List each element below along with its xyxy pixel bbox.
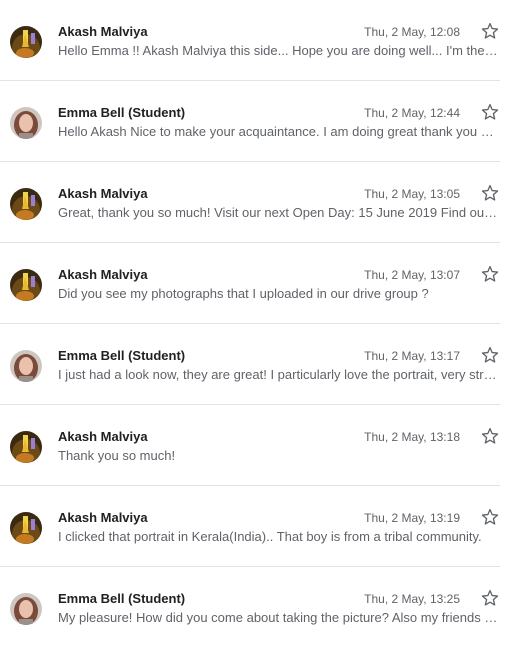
star-icon[interactable]	[480, 102, 500, 122]
star-icon[interactable]	[480, 588, 500, 608]
message-row[interactable]: Emma Bell (Student) Thu, 2 May, 12:44 He…	[0, 81, 500, 162]
star-icon[interactable]	[480, 21, 500, 41]
message-timestamp: Thu, 2 May, 13:19	[364, 511, 460, 525]
message-row[interactable]: Akash Malviya Thu, 2 May, 13:07 Did you …	[0, 243, 500, 324]
message-timestamp: Thu, 2 May, 13:25	[364, 592, 460, 606]
message-timestamp: Thu, 2 May, 12:44	[364, 106, 460, 120]
star-icon[interactable]	[480, 183, 500, 203]
sender-name: Akash Malviya	[58, 267, 148, 282]
message-snippet: I clicked that portrait in Kerala(India)…	[58, 529, 482, 544]
sender-name: Akash Malviya	[58, 429, 148, 444]
message-snippet: Great, thank you so much! Visit our next…	[58, 205, 499, 220]
message-snippet: Did you see my photographs that I upload…	[58, 286, 429, 301]
star-icon[interactable]	[480, 345, 500, 365]
message-row[interactable]: Akash Malviya Thu, 2 May, 12:08 Hello Em…	[0, 0, 500, 81]
message-snippet: Thank you so much!	[58, 448, 176, 463]
message-snippet: I just had a look now, they are great! I…	[58, 367, 499, 382]
conversation-thread: Akash Malviya Thu, 2 May, 12:08 Hello Em…	[0, 0, 508, 632]
star-icon[interactable]	[480, 264, 500, 284]
avatar-akash	[10, 26, 42, 58]
message-row[interactable]: Akash Malviya Thu, 2 May, 13:18 Thank yo…	[0, 405, 500, 486]
message-snippet: Hello Emma !! Akash Malviya this side...…	[58, 43, 499, 58]
avatar-akash	[10, 512, 42, 544]
message-timestamp: Thu, 2 May, 12:08	[364, 25, 460, 39]
sender-name: Akash Malviya	[58, 24, 148, 39]
star-icon[interactable]	[480, 507, 500, 527]
message-snippet: Hello Akash Nice to make your acquaintan…	[58, 124, 499, 139]
message-timestamp: Thu, 2 May, 13:07	[364, 268, 460, 282]
sender-name: Akash Malviya	[58, 510, 148, 525]
star-icon[interactable]	[480, 426, 500, 446]
sender-name: Akash Malviya	[58, 186, 148, 201]
message-timestamp: Thu, 2 May, 13:17	[364, 349, 460, 363]
message-row[interactable]: Akash Malviya Thu, 2 May, 13:19 I clicke…	[0, 486, 500, 567]
sender-name: Emma Bell (Student)	[58, 105, 186, 120]
message-timestamp: Thu, 2 May, 13:18	[364, 430, 460, 444]
avatar-akash	[10, 188, 42, 220]
avatar-akash	[10, 269, 42, 301]
message-snippet: My pleasure! How did you come about taki…	[58, 610, 499, 625]
message-row[interactable]: Akash Malviya Thu, 2 May, 13:05 Great, t…	[0, 162, 500, 243]
avatar-emma	[10, 593, 42, 625]
avatar-emma	[10, 350, 42, 382]
sender-name: Emma Bell (Student)	[58, 348, 186, 363]
avatar-emma	[10, 107, 42, 139]
message-row[interactable]: Emma Bell (Student) Thu, 2 May, 13:25 My…	[0, 567, 500, 648]
message-row[interactable]: Emma Bell (Student) Thu, 2 May, 13:17 I …	[0, 324, 500, 405]
sender-name: Emma Bell (Student)	[58, 591, 186, 606]
avatar-akash	[10, 431, 42, 463]
message-timestamp: Thu, 2 May, 13:05	[364, 187, 460, 201]
